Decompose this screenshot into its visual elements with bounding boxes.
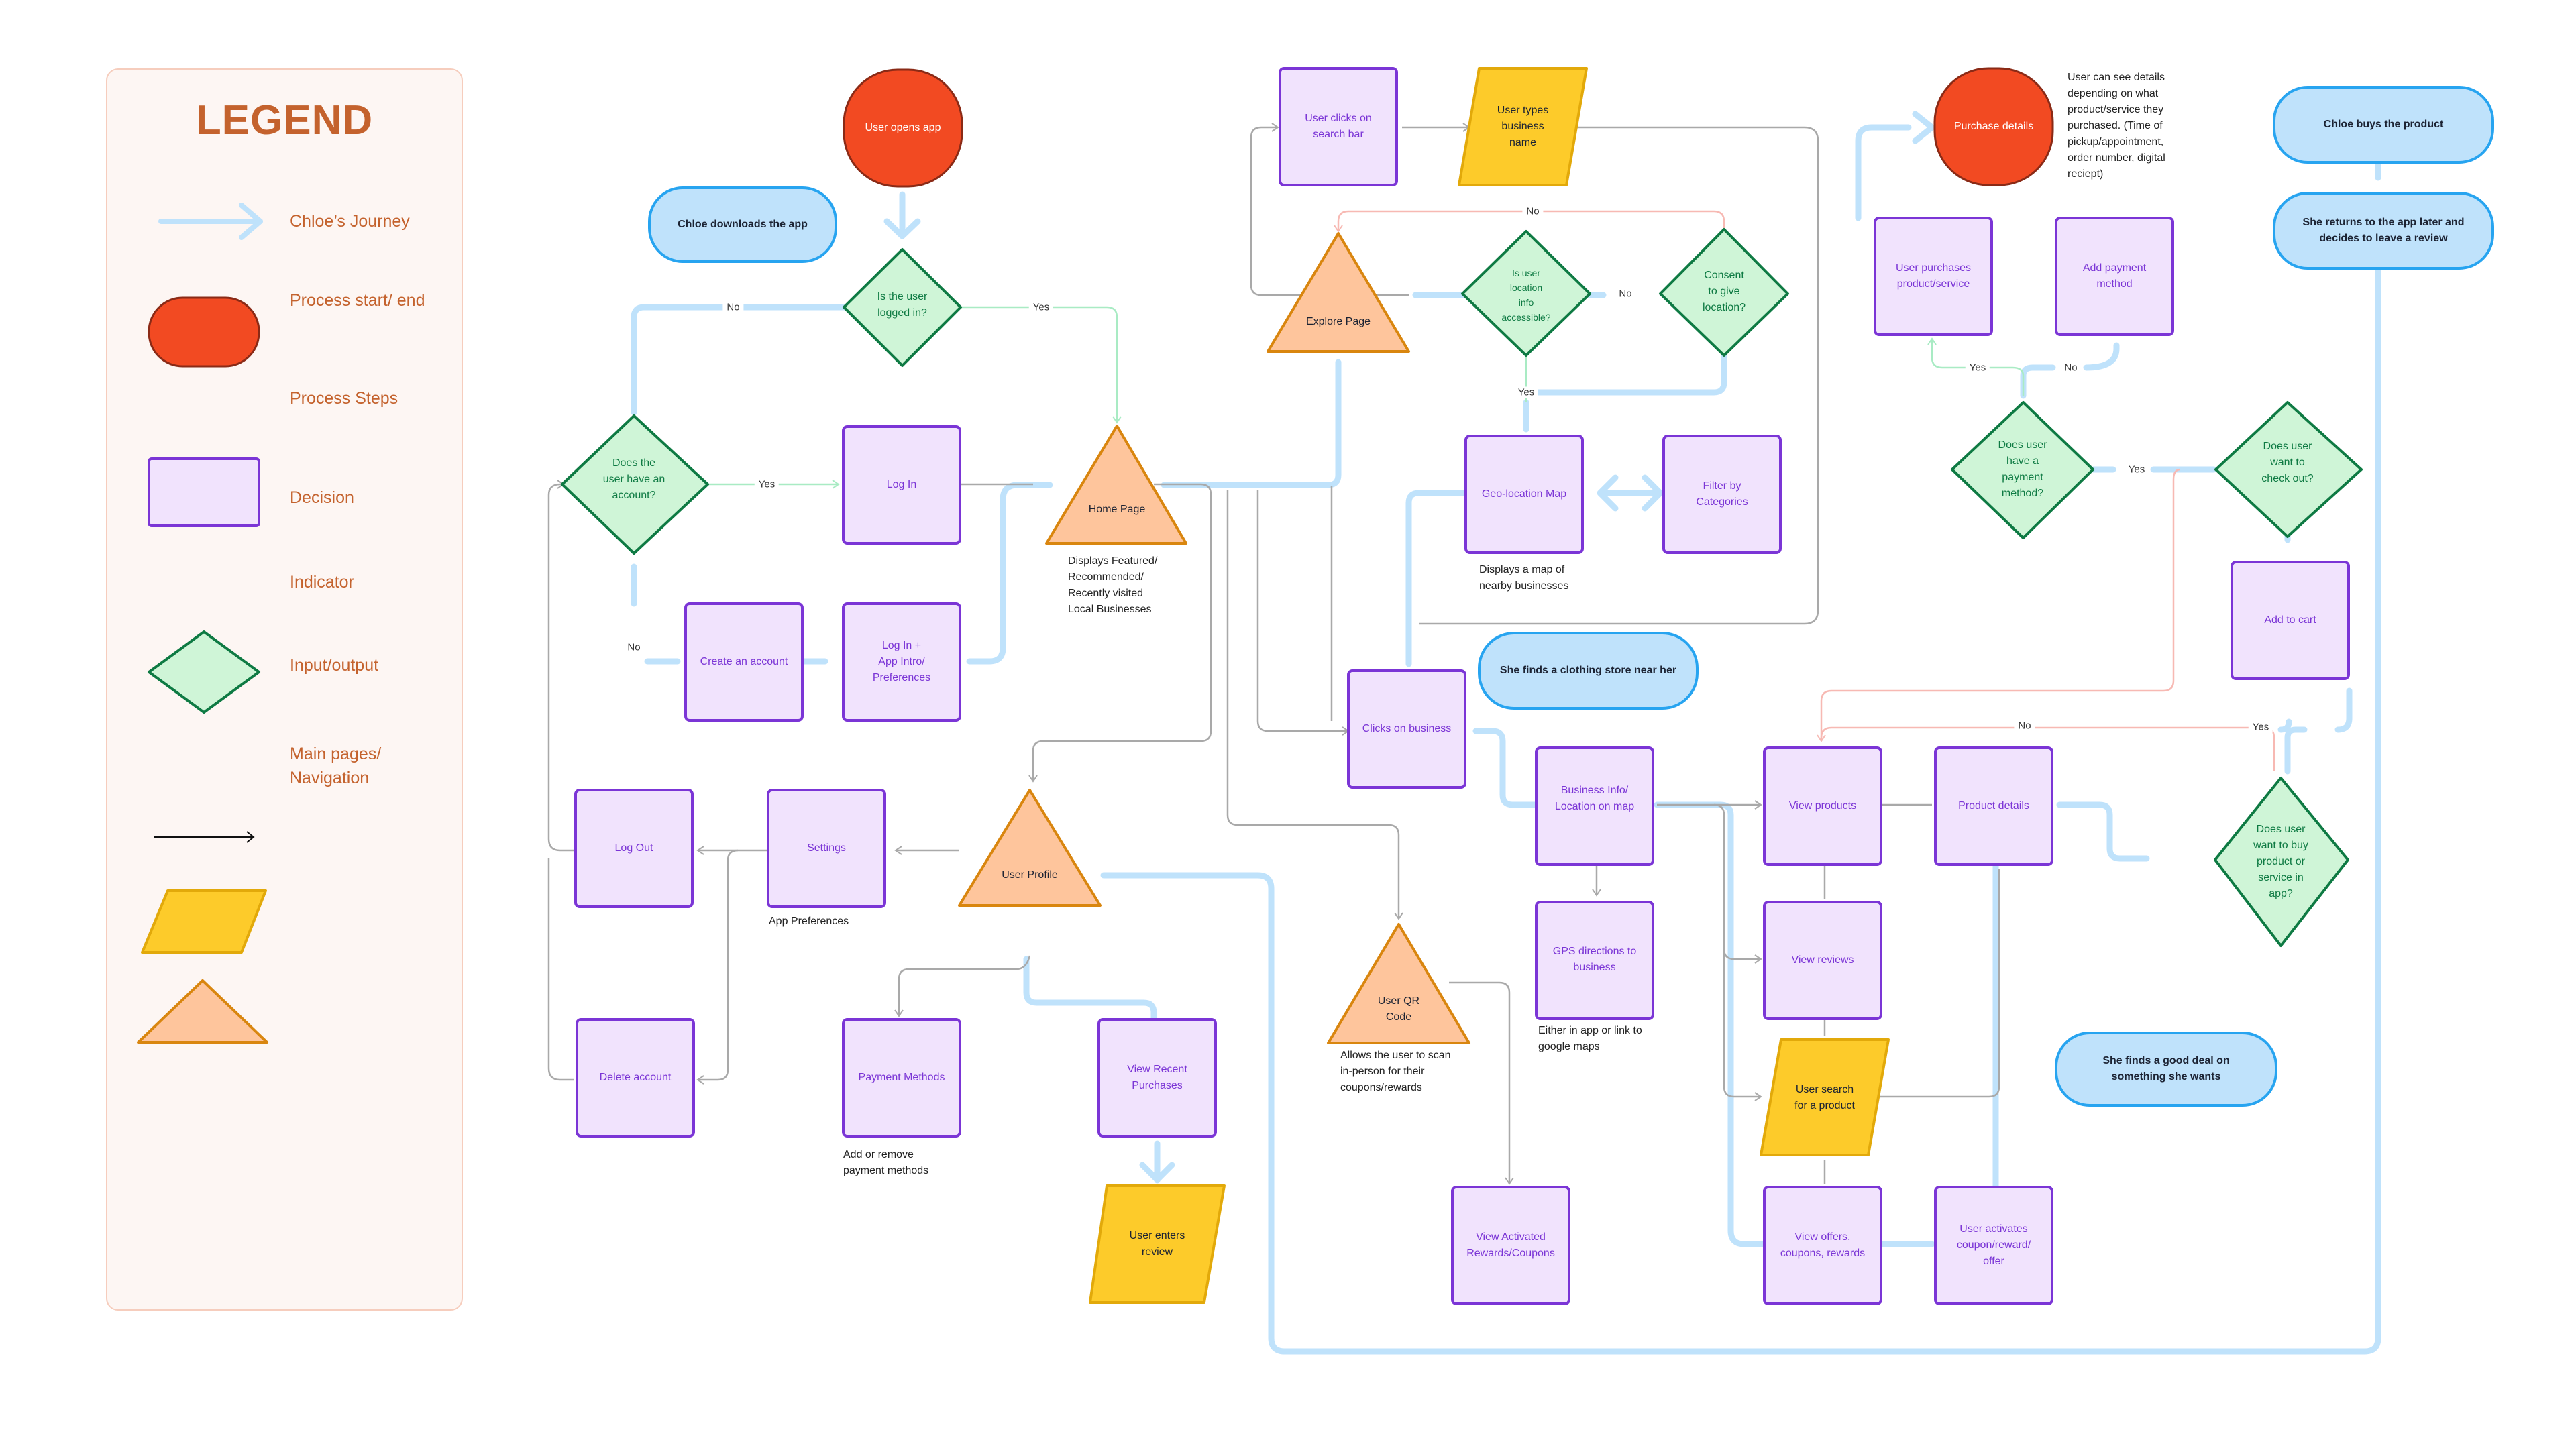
edge-label-no: No: [623, 641, 645, 653]
process-clicks-business[interactable]: [1347, 669, 1466, 789]
story-finds-deal[interactable]: [2055, 1032, 2277, 1107]
note-purchase-details: User can see details depending on what p…: [2068, 72, 2165, 180]
process-purchases[interactable]: [1874, 217, 1993, 336]
story-chloe-downloads[interactable]: [648, 186, 837, 263]
nav-home-page[interactable]: [1045, 425, 1187, 545]
process-create-account[interactable]: [684, 602, 804, 722]
process-product-details[interactable]: [1934, 746, 2053, 866]
io-enters-review[interactable]: [1089, 1184, 1226, 1304]
edge-label-no: No: [2060, 362, 2082, 374]
note-payment-methods: Add or remove payment methods: [843, 1149, 929, 1176]
note-settings: App Preferences: [769, 916, 849, 927]
edge-label-yes: Yes: [1513, 386, 1539, 398]
edge-label-yes: Yes: [1028, 301, 1054, 313]
edge-label-no: No: [2014, 720, 2035, 732]
edge-label-no: No: [1522, 205, 1544, 217]
process-search-bar[interactable]: [1279, 67, 1398, 186]
nav-explore-page[interactable]: [1267, 232, 1410, 353]
process-view-offers[interactable]: [1763, 1186, 1882, 1305]
process-payment-methods[interactable]: [842, 1018, 961, 1138]
io-search-product[interactable]: [1760, 1038, 1890, 1156]
decision-has-payment[interactable]: [1951, 401, 2094, 539]
process-add-payment[interactable]: [2055, 217, 2174, 336]
io-types-business[interactable]: [1458, 67, 1588, 186]
process-view-activated[interactable]: [1451, 1186, 1570, 1305]
flowchart-shapes: [561, 67, 2494, 1305]
process-activates-coupon[interactable]: [1934, 1186, 2053, 1305]
nav-user-profile[interactable]: [958, 789, 1102, 907]
process-add-to-cart[interactable]: [2231, 561, 2350, 680]
process-login-intro[interactable]: [842, 602, 961, 722]
decision-is-logged-in[interactable]: [843, 248, 962, 367]
process-view-recent[interactable]: [1097, 1018, 1217, 1138]
process-view-products[interactable]: [1763, 746, 1882, 866]
process-settings[interactable]: [767, 789, 886, 908]
story-chloe-buys[interactable]: [2273, 86, 2494, 164]
note-gps: Either in app or link to google maps: [1538, 1025, 1642, 1052]
process-filter-categories[interactable]: [1662, 435, 1782, 554]
decision-has-account[interactable]: [561, 414, 709, 555]
process-business-info[interactable]: [1535, 746, 1654, 866]
process-gps-directions[interactable]: [1535, 901, 1654, 1020]
decision-want-checkout[interactable]: [2214, 401, 2363, 538]
edge-label-yes: Yes: [754, 478, 780, 490]
edge-label-yes: Yes: [1965, 362, 1990, 374]
story-finds-store[interactable]: [1478, 632, 1699, 710]
edge-label-yes: Yes: [2248, 721, 2273, 733]
terminal-user-opens-app[interactable]: [843, 68, 963, 188]
edge-label-no: No: [722, 301, 744, 313]
process-view-reviews[interactable]: [1763, 901, 1882, 1020]
terminal-purchase-details[interactable]: [1933, 67, 2054, 186]
decision-location-accessible[interactable]: [1461, 230, 1591, 357]
process-log-out[interactable]: [574, 789, 694, 908]
decision-consent-location[interactable]: [1659, 228, 1789, 357]
note-home-page: Displays Featured/ Recommended/ Recently…: [1068, 555, 1158, 615]
edge-label-no: No: [1615, 288, 1636, 300]
process-geo-map[interactable]: [1464, 435, 1584, 554]
process-delete-account[interactable]: [576, 1018, 695, 1138]
edge-label-yes: Yes: [2124, 463, 2149, 476]
note-geo-map: Displays a map of nearby businesses: [1479, 564, 1569, 592]
note-qr-code: Allows the user to scan in-person for th…: [1340, 1050, 1451, 1093]
nav-qr-code[interactable]: [1327, 923, 1470, 1044]
decision-want-to-buy[interactable]: [2214, 777, 2349, 947]
process-log-in[interactable]: [842, 425, 961, 545]
story-returns-review[interactable]: [2273, 192, 2494, 270]
